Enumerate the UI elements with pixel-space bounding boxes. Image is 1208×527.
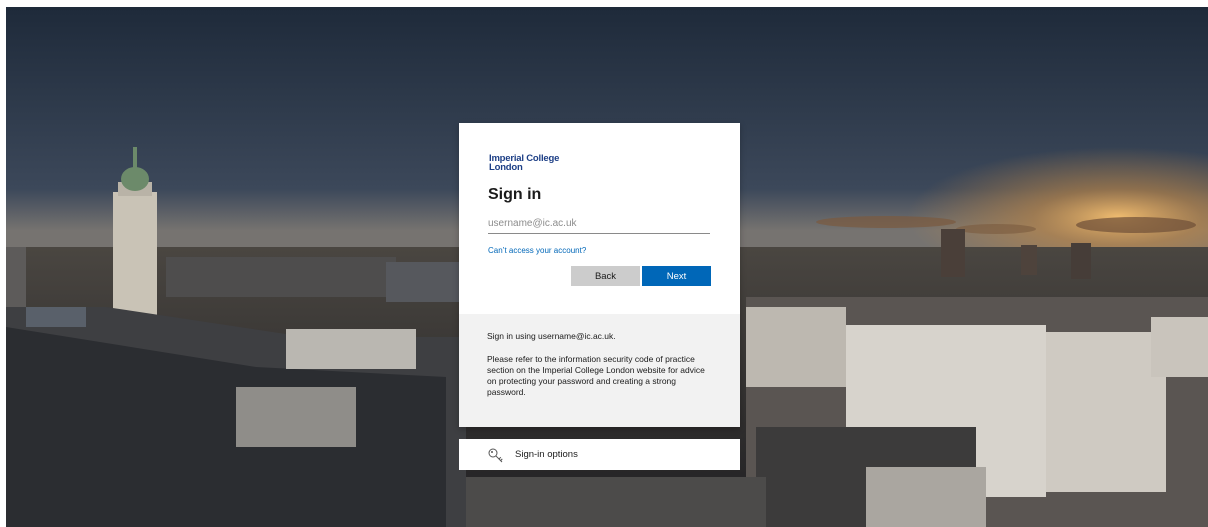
page-title: Sign in xyxy=(488,186,542,203)
next-button[interactable]: Next xyxy=(642,266,711,286)
sign-in-card: Imperial College London Sign in Can’t ac… xyxy=(459,123,740,427)
footer-line-2: Please refer to the information security… xyxy=(487,354,705,397)
email-input[interactable] xyxy=(488,213,710,234)
sign-in-options-button[interactable]: Sign-in options xyxy=(459,439,740,470)
logo-line-2: London xyxy=(489,162,523,173)
sign-in-help-footer: Sign in using username@ic.ac.uk. Please … xyxy=(459,314,740,427)
sign-in-options-label: Sign-in options xyxy=(515,449,578,460)
footer-line-1: Sign in using username@ic.ac.uk. xyxy=(487,331,616,341)
imperial-logo: Imperial College London xyxy=(489,154,559,173)
key-icon xyxy=(488,448,503,462)
back-button[interactable]: Back xyxy=(571,266,640,286)
cant-access-account-link[interactable]: Can’t access your account? xyxy=(488,246,586,255)
